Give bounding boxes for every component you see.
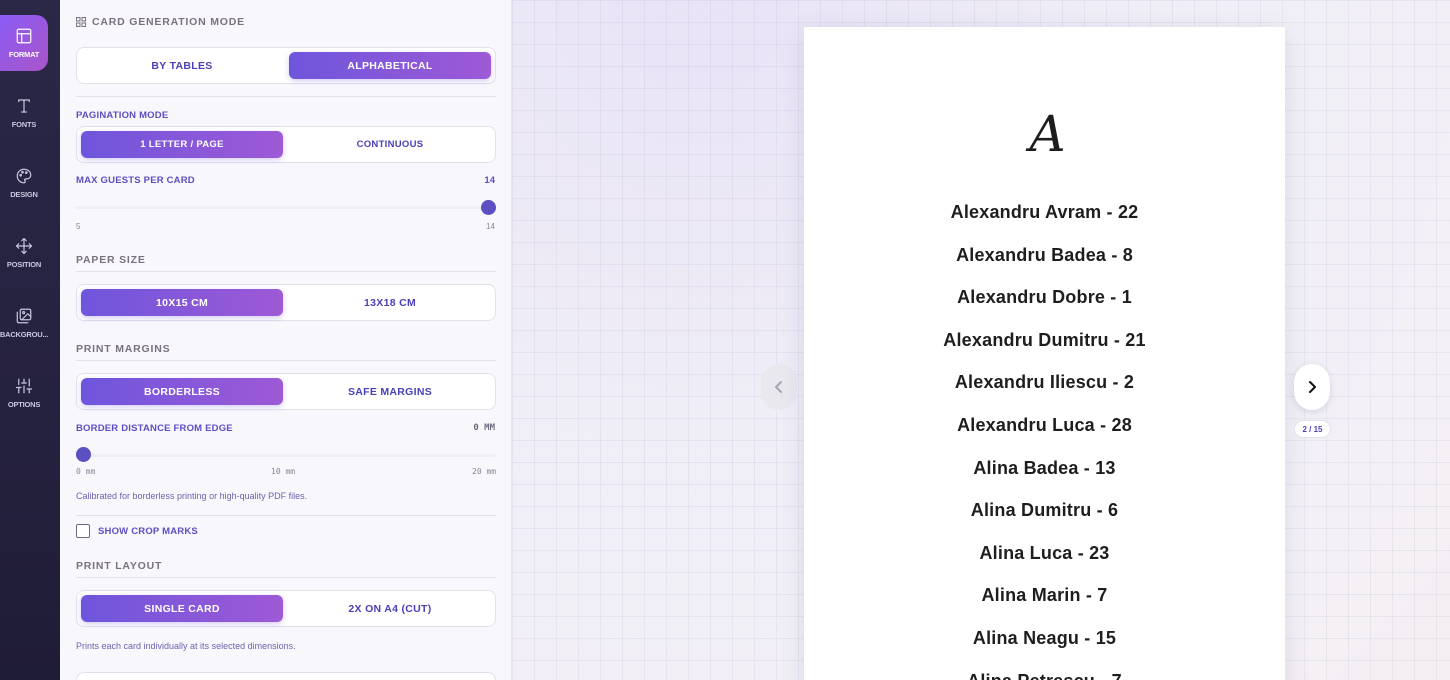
paper-10x15-option[interactable]: 10X15 CM <box>81 289 283 316</box>
rail-item-design[interactable]: DESIGN <box>0 155 48 211</box>
print-margins-toggle: BORDERLESS SAFE MARGINS <box>76 373 496 410</box>
sliders-icon <box>15 378 33 394</box>
crop-marks-label[interactable]: SHOW CROP MARKS <box>98 526 198 537</box>
paper-13x18-option[interactable]: 13X18 CM <box>289 289 491 316</box>
tick-label: 20 mm <box>472 467 497 476</box>
max-guests-slider-handle[interactable] <box>481 200 496 215</box>
divider <box>76 360 496 361</box>
rail-label: POSITION <box>6 260 42 269</box>
max-guests-label: MAX GUESTS PER CARD <box>76 175 195 186</box>
rail-label: OPTIONS <box>7 400 41 409</box>
max-guests-value: 14 <box>484 175 495 186</box>
crop-marks-checkbox[interactable] <box>76 524 90 538</box>
card-monogram: A <box>1029 105 1065 163</box>
guest-entry: Alexandru Iliescu - 2 <box>954 372 1135 393</box>
print-layout-toggle: SINGLE CARD 2X ON A4 (CUT) <box>76 590 496 627</box>
rail-item-fonts[interactable]: FONTS <box>0 85 48 141</box>
border-distance-value: 0 MM <box>473 423 495 433</box>
chevron-left-icon <box>775 381 782 393</box>
layout-icon <box>16 28 32 44</box>
generation-mode-title: CARD GENERATION MODE <box>92 16 245 28</box>
type-icon <box>18 99 30 113</box>
rail-label: BACKGROU... <box>0 330 48 339</box>
move-icon <box>15 237 33 255</box>
next-section-box <box>76 672 496 680</box>
generation-mode-toggle: BY TABLES ALPHABETICAL <box>76 47 496 84</box>
continuous-option[interactable]: CONTINUOUS <box>289 131 491 158</box>
divider <box>76 271 496 272</box>
guest-entry: Alina Marin - 7 <box>981 585 1108 606</box>
rail-label: FORMAT <box>8 50 40 59</box>
chevron-right-icon <box>1309 381 1316 393</box>
settings-panel: CARD GENERATION MODE BY TABLES ALPHABETI… <box>60 0 512 680</box>
print-margins-title: PRINT MARGINS <box>76 343 171 355</box>
guest-entry: Alina Badea - 13 <box>973 457 1116 478</box>
slider-max-label: 14 <box>486 222 495 231</box>
single-card-option[interactable]: SINGLE CARD <box>81 595 283 622</box>
guest-entry: Alina Neagu - 15 <box>972 628 1117 648</box>
guest-entry: Alexandru Avram - 22 <box>950 202 1139 222</box>
guest-entry: Alexandru Dobre - 1 <box>957 287 1132 308</box>
guest-entry: Alina Dumitru - 6 <box>970 500 1119 521</box>
two-on-a4-option[interactable]: 2X ON A4 (CUT) <box>289 595 491 622</box>
slider-min-label: 5 <box>76 222 81 231</box>
rail-item-position[interactable]: POSITION <box>0 225 48 281</box>
border-distance-slider[interactable] <box>76 454 496 457</box>
guest-entry: Alina Luca - 23 <box>979 542 1110 563</box>
print-layout-title: PRINT LAYOUT <box>76 560 163 572</box>
rail-item-options[interactable]: OPTIONS <box>0 365 48 421</box>
divider <box>76 577 496 578</box>
one-letter-per-page-option[interactable]: 1 LETTER / PAGE <box>81 131 283 158</box>
next-page-button[interactable] <box>1294 364 1330 410</box>
tick-label: 10 mm <box>271 467 296 476</box>
rail-label: DESIGN <box>10 190 38 199</box>
palette-icon <box>16 168 32 184</box>
paper-size-title: PAPER SIZE <box>76 254 146 266</box>
tick-label: 0 mm <box>76 467 96 476</box>
pagination-mode-label: PAGINATION MODE <box>76 110 169 121</box>
guest-entry: Alexandru Badea - 8 <box>956 244 1133 265</box>
page-indicator: 2 / 15 <box>1294 420 1331 438</box>
rail-item-format[interactable]: FORMAT <box>0 15 48 71</box>
border-distance-slider-handle[interactable] <box>76 447 91 462</box>
seating-card-preview: A Alexandru Avram - 22 Alexandru Badea - … <box>804 27 1285 680</box>
guest-entry: Alina Petrescu - 7 <box>804 671 1285 680</box>
paper-size-toggle: 10X15 CM 13X18 CM <box>76 284 496 321</box>
guest-entry: Alexandru Luca - 28 <box>957 415 1132 435</box>
divider <box>76 96 496 97</box>
by-tables-option[interactable]: BY TABLES <box>81 52 283 79</box>
left-rail: FORMAT FONTS DESIGN POSITION BACKGROU...… <box>0 0 60 680</box>
print-layout-hint: Prints each card individually at its sel… <box>76 641 296 651</box>
safe-margins-option[interactable]: SAFE MARGINS <box>289 378 491 405</box>
pagination-mode-toggle: 1 LETTER / PAGE CONTINUOUS <box>76 126 496 163</box>
border-distance-label: BORDER DISTANCE FROM EDGE <box>76 423 233 434</box>
guest-entry: Alexandru Dumitru - 21 <box>943 329 1146 350</box>
previous-page-button[interactable] <box>761 364 797 410</box>
alphabetical-option[interactable]: ALPHABETICAL <box>289 52 491 79</box>
image-icon <box>16 308 32 324</box>
max-guests-slider[interactable] <box>76 206 496 209</box>
borderless-option[interactable]: BORDERLESS <box>81 378 283 405</box>
rail-label: FONTS <box>11 120 37 129</box>
grid-icon <box>76 17 86 27</box>
divider <box>76 515 496 516</box>
border-distance-hint: Calibrated for borderless printing or hi… <box>76 491 308 501</box>
rail-item-background[interactable]: BACKGROU... <box>0 295 48 351</box>
preview-stage: A Alexandru Avram - 22 Alexandru Badea - … <box>512 0 1450 680</box>
